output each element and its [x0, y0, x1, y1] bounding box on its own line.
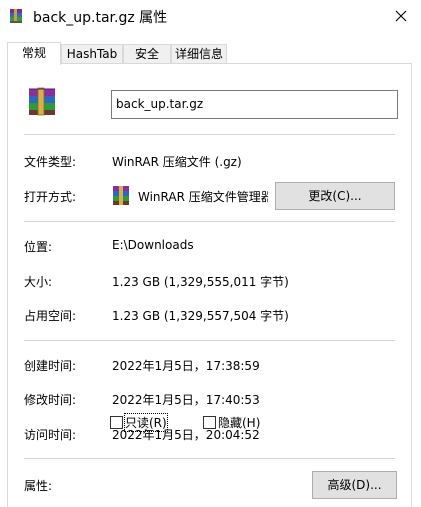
winrar-app-icon	[113, 186, 129, 205]
modified-value: 2022年1月5日，17:40:53	[112, 393, 260, 407]
accessed-label: 访问时间:	[24, 428, 77, 442]
size-on-disk-label: 占用空间:	[24, 309, 77, 323]
size-on-disk-value: 1.23 GB (1,329,557,504 字节)	[112, 309, 289, 323]
attributes-label: 属性:	[24, 479, 53, 493]
properties-window: back_up.tar.gz 属性 常规 HashTab 安全 详细信息 bac…	[0, 0, 421, 507]
winrar-archive-icon	[10, 9, 22, 23]
general-tab-panel: back_up.tar.gz 文件类型: WinRAR 压缩文件 (.gz) 打…	[7, 63, 412, 507]
winrar-archive-icon	[29, 87, 55, 116]
divider	[24, 340, 395, 341]
opens-with-value: WinRAR 压缩文件管理器	[138, 190, 268, 204]
close-icon	[395, 10, 407, 22]
modified-label: 修改时间:	[24, 393, 77, 407]
readonly-checkbox-label[interactable]: 只读(R)	[124, 412, 168, 432]
file-name-input[interactable]: back_up.tar.gz	[111, 90, 398, 119]
tab-hashtab[interactable]: HashTab	[61, 44, 123, 64]
readonly-checkbox-box[interactable]	[110, 415, 123, 429]
close-button[interactable]	[381, 0, 421, 32]
tab-general[interactable]: 常规	[7, 42, 61, 65]
advanced-button[interactable]: 高级(D)...	[312, 471, 397, 499]
hidden-checkbox-label[interactable]: 隐藏(H)	[218, 414, 260, 431]
hidden-checkbox[interactable]: 隐藏(H)	[203, 414, 260, 430]
file-type-value: WinRAR 压缩文件 (.gz)	[112, 155, 242, 169]
change-button[interactable]: 更改(C)...	[275, 182, 395, 210]
location-label: 位置:	[24, 240, 53, 254]
divider	[24, 134, 395, 135]
readonly-checkbox[interactable]: 只读(R)	[110, 412, 168, 432]
divider	[24, 221, 395, 222]
size-label: 大小:	[24, 275, 53, 289]
divider	[24, 458, 395, 459]
file-type-label: 文件类型:	[24, 155, 77, 169]
tab-details[interactable]: 详细信息	[171, 44, 227, 64]
title-bar: back_up.tar.gz 属性	[0, 0, 421, 36]
hidden-checkbox-box[interactable]	[203, 415, 216, 429]
created-label: 创建时间:	[24, 359, 77, 373]
window-title: back_up.tar.gz 属性	[33, 10, 168, 26]
tab-security[interactable]: 安全	[123, 44, 171, 64]
location-value: E:\Downloads	[112, 238, 194, 252]
opens-with-label: 打开方式:	[24, 190, 77, 204]
size-value: 1.23 GB (1,329,555,011 字节)	[112, 275, 289, 289]
created-value: 2022年1月5日，17:38:59	[112, 359, 260, 373]
